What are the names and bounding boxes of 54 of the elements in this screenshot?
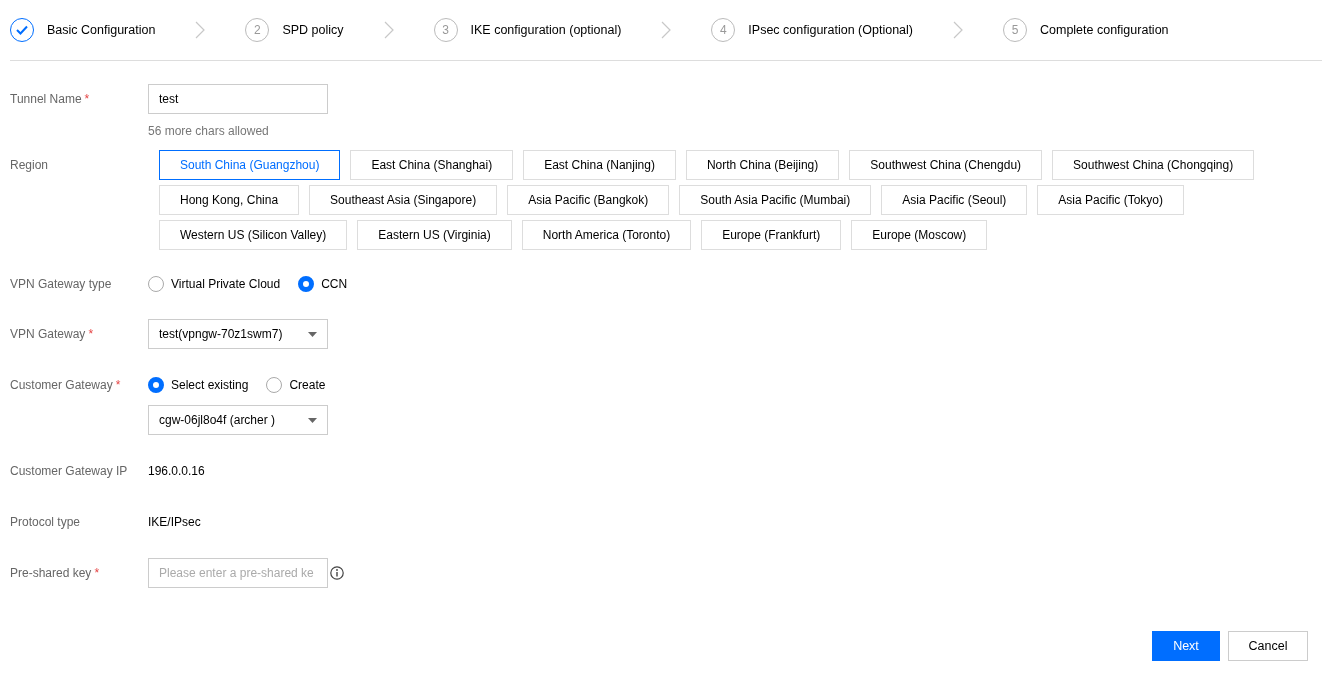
region-option[interactable]: Asia Pacific (Seoul): [881, 185, 1028, 215]
radio-button[interactable]: [148, 276, 164, 292]
caret-icon: [308, 331, 317, 337]
region-option[interactable]: Southeast Asia (Singapore): [309, 185, 498, 215]
region-option[interactable]: Eastern US (Virginia): [357, 220, 512, 250]
field-value: IKE/IPsec: [148, 514, 201, 531]
field-label: Customer Gateway IP: [10, 463, 129, 480]
step-label: IPsec configuration (Optional): [748, 23, 913, 37]
caret-icon: [308, 417, 317, 423]
region-option[interactable]: Western US (Silicon Valley): [159, 220, 348, 250]
step-label: Basic Configuration: [47, 23, 156, 37]
region-option[interactable]: Asia Pacific (Bangkok): [507, 185, 670, 215]
field-label: VPN Gateway type: [10, 276, 113, 293]
field-label: Tunnel Name *: [10, 91, 91, 108]
region-option[interactable]: Southwest China (Chongqing): [1052, 150, 1255, 180]
radio-label: CCN: [321, 276, 348, 293]
chevron-right-icon: [953, 21, 963, 39]
pre-shared-key-input[interactable]: Please enter a pre-shared ke: [148, 558, 328, 588]
region-option[interactable]: South China (Guangzhou): [159, 150, 341, 180]
region-option[interactable]: Asia Pacific (Tokyo): [1037, 185, 1185, 215]
region-option[interactable]: North China (Beijing): [685, 150, 840, 180]
radio-button[interactable]: [298, 276, 315, 292]
region-option[interactable]: Europe (Moscow): [851, 220, 988, 250]
next-button[interactable]: Next: [1152, 631, 1220, 661]
radio-label: Virtual Private Cloud: [171, 276, 281, 293]
field-label: Region: [10, 157, 50, 174]
region-option[interactable]: Europe (Frankfurt): [701, 220, 842, 250]
chevron-right-icon: [383, 21, 394, 39]
step-label: Complete configuration: [1040, 23, 1169, 37]
radio-button[interactable]: [266, 377, 283, 393]
region-option[interactable]: East China (Shanghai): [350, 150, 514, 180]
cancel-button[interactable]: Cancel: [1228, 631, 1308, 661]
radio-button[interactable]: [148, 377, 164, 393]
hint-text: 56 more chars allowed: [148, 124, 270, 138]
region-option[interactable]: East China (Nanjing): [523, 150, 676, 180]
field-label: Pre-shared key *: [10, 565, 101, 582]
radio-label: Select existing: [171, 377, 249, 394]
region-option[interactable]: North America (Toronto): [521, 220, 692, 250]
step-label: IKE configuration (optional): [470, 23, 622, 37]
field-label: Protocol type: [10, 514, 82, 531]
tunnel-name-input[interactable]: test: [148, 84, 328, 114]
region-option[interactable]: South Asia Pacific (Mumbai): [679, 185, 872, 215]
chevron-right-icon: [661, 21, 672, 39]
info-icon[interactable]: [330, 566, 344, 580]
step-label: SPD policy: [282, 23, 344, 37]
field-label: Customer Gateway *: [10, 377, 122, 394]
field-value: 196.0.0.16: [148, 463, 205, 480]
region-option[interactable]: Hong Kong, China: [159, 185, 300, 215]
customer-gateway-dropdown[interactable]: cgw-06jl8o4f (archer ): [148, 405, 328, 435]
radio-label: Create: [289, 377, 326, 394]
field-label: VPN Gateway *: [10, 326, 95, 343]
chevron-right-icon: [195, 21, 206, 39]
vpn-gateway-dropdown[interactable]: test(vpngw-70z1swm7): [148, 319, 328, 349]
region-option[interactable]: Southwest China (Chengdu): [849, 150, 1043, 180]
